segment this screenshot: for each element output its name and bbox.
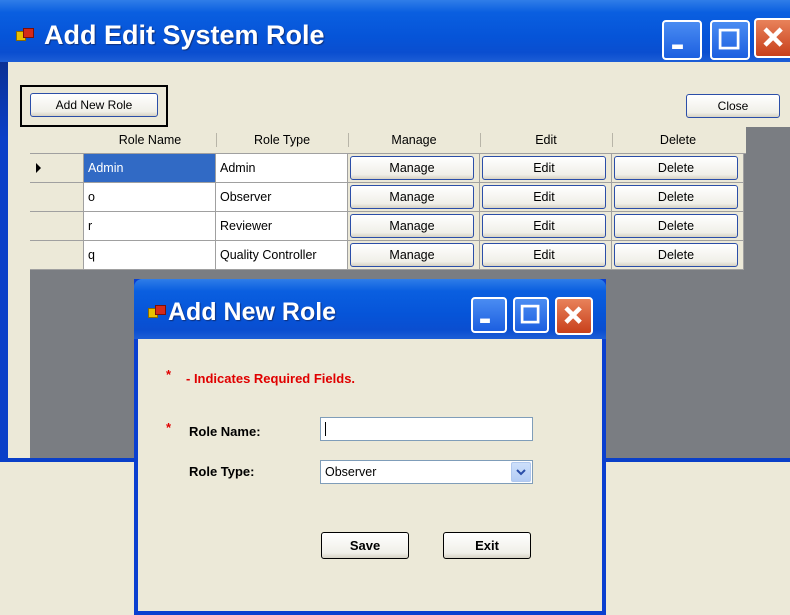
edit-button[interactable]: Edit xyxy=(482,214,606,238)
cell-role-name[interactable]: r xyxy=(84,212,216,241)
maximize-icon xyxy=(520,304,540,324)
col-header-role-name[interactable]: Role Name xyxy=(84,127,216,153)
add-new-role-dialog: Add New Role xyxy=(134,279,606,615)
maximize-icon xyxy=(718,28,740,50)
manage-button[interactable]: Manage xyxy=(350,156,474,180)
grid-header: Role Name Role Type Manage Edit Delete xyxy=(30,127,746,154)
minimize-icon xyxy=(672,44,683,49)
dropdown-button[interactable] xyxy=(511,462,531,482)
close-window-button[interactable] xyxy=(754,18,790,58)
cell-role-name[interactable]: q xyxy=(84,241,216,270)
row-header[interactable] xyxy=(30,212,84,241)
row-pointer-icon xyxy=(36,163,41,173)
edit-button[interactable]: Edit xyxy=(482,185,606,209)
close-button[interactable]: Close xyxy=(686,94,780,118)
add-new-role-button[interactable]: Add New Role xyxy=(30,93,158,117)
maximize-button[interactable] xyxy=(710,20,750,60)
role-name-label: Role Name: xyxy=(189,424,261,439)
minimize-button[interactable] xyxy=(662,20,702,60)
dialog-titlebar[interactable]: Add New Role xyxy=(134,279,606,339)
dialog-close-button[interactable] xyxy=(555,297,593,335)
main-titlebar[interactable]: Add Edit System Role xyxy=(0,0,790,62)
col-header-delete[interactable]: Delete xyxy=(612,127,744,153)
delete-button[interactable]: Delete xyxy=(614,214,738,238)
row-header[interactable] xyxy=(30,241,84,270)
dialog-maximize-button[interactable] xyxy=(513,297,549,333)
table-row[interactable]: o Observer Manage Edit Delete xyxy=(30,183,746,212)
row-header[interactable] xyxy=(30,183,84,212)
text-caret xyxy=(325,422,326,436)
window-title: Add Edit System Role xyxy=(44,20,325,50)
table-row[interactable]: r Reviewer Manage Edit Delete xyxy=(30,212,746,241)
required-asterisk: * xyxy=(166,367,172,382)
minimize-icon xyxy=(480,318,490,323)
col-header-role-type[interactable]: Role Type xyxy=(216,127,348,153)
cell-role-type[interactable]: Reviewer xyxy=(216,212,348,241)
cell-role-name[interactable]: o xyxy=(84,183,216,212)
table-row[interactable]: q Quality Controller Manage Edit Delete xyxy=(30,241,746,270)
close-icon xyxy=(564,306,582,324)
manage-button[interactable]: Manage xyxy=(350,243,474,267)
dialog-minimize-button[interactable] xyxy=(471,297,507,333)
role-name-input[interactable] xyxy=(320,417,533,441)
edit-button[interactable]: Edit xyxy=(482,156,606,180)
role-type-select[interactable]: Observer xyxy=(320,460,533,484)
app-icon xyxy=(16,28,34,42)
delete-button[interactable]: Delete xyxy=(614,185,738,209)
cell-role-type[interactable]: Admin xyxy=(216,154,348,183)
role-type-selected: Observer xyxy=(325,465,377,479)
cell-role-type[interactable]: Quality Controller xyxy=(216,241,348,270)
required-fields-note: - Indicates Required Fields. xyxy=(186,371,356,386)
dialog-title: Add New Role xyxy=(168,298,337,326)
table-row[interactable]: Admin Admin Manage Edit Delete xyxy=(30,154,746,183)
manage-button[interactable]: Manage xyxy=(350,185,474,209)
exit-button[interactable]: Exit xyxy=(443,532,531,559)
delete-button[interactable]: Delete xyxy=(614,156,738,180)
role-type-label: Role Type: xyxy=(189,464,255,479)
close-icon xyxy=(763,27,783,47)
save-button[interactable]: Save xyxy=(321,532,409,559)
cell-role-type[interactable]: Observer xyxy=(216,183,348,212)
app-icon xyxy=(148,305,166,319)
required-asterisk: * xyxy=(166,420,172,435)
row-header[interactable] xyxy=(30,154,84,183)
cell-role-name[interactable]: Admin xyxy=(84,154,216,183)
edit-button[interactable]: Edit xyxy=(482,243,606,267)
dropdown-arrow-icon xyxy=(516,469,526,476)
delete-button[interactable]: Delete xyxy=(614,243,738,267)
col-header-manage[interactable]: Manage xyxy=(348,127,480,153)
manage-button[interactable]: Manage xyxy=(350,214,474,238)
col-header-edit[interactable]: Edit xyxy=(480,127,612,153)
